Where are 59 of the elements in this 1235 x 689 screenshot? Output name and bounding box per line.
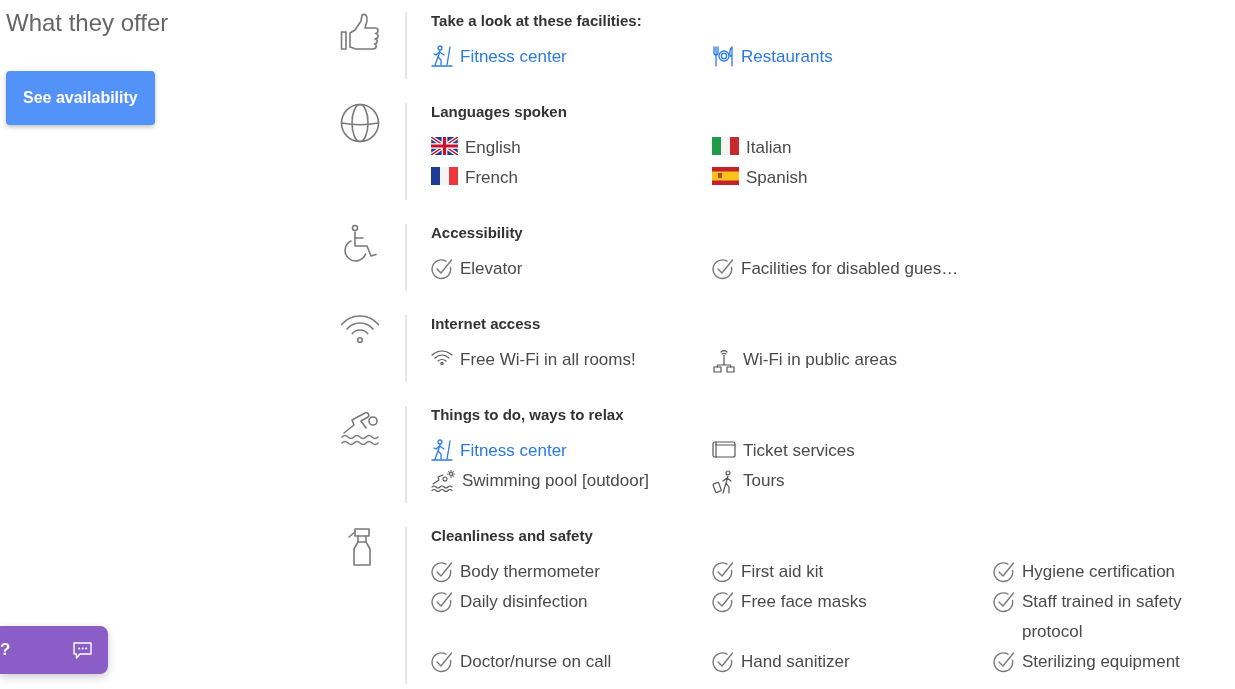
plate-cutlery-icon: [712, 44, 734, 67]
chat-bubble-icon: [73, 641, 92, 659]
amenity-label: Wi-Fi in public areas: [743, 349, 897, 371]
hiker-icon: [431, 438, 453, 461]
amenity-label: Tours: [743, 470, 785, 492]
amenity-label: Daily disinfection: [460, 591, 588, 613]
chat-button[interactable]: ?: [0, 626, 108, 674]
section-title: Take a look at these facilities:: [431, 12, 642, 30]
check-circle-icon: [431, 591, 453, 613]
facility-link[interactable]: Fitness center: [431, 441, 567, 460]
amenity-label: Free Wi-Fi in all rooms!: [460, 349, 636, 371]
amenity-label: Hand sanitizer: [741, 651, 850, 673]
sidebar-heading: What they offer: [6, 11, 169, 35]
spray-bottle-icon: [347, 527, 373, 567]
amenity-label: Staff trained in safety protocol: [1022, 591, 1183, 643]
flag-icon: [431, 137, 458, 155]
wifi-icon: [431, 349, 453, 365]
check-circle-icon: [431, 651, 453, 673]
check-circle-icon: [712, 258, 734, 280]
amenity-label: Free face masks: [741, 591, 867, 613]
amenity-label: Ticket services: [743, 440, 855, 462]
section-title: Cleanliness and safety: [431, 527, 593, 545]
wifi-icon: [340, 315, 380, 344]
section-title: Languages spoken: [431, 103, 567, 121]
section-title: Things to do, ways to relax: [431, 406, 624, 424]
see-availability-button[interactable]: See availability: [6, 71, 155, 125]
flag-icon: [431, 167, 458, 185]
check-circle-icon: [712, 561, 734, 583]
check-circle-icon: [712, 651, 734, 673]
section-title: Accessibility: [431, 224, 523, 242]
swimmer-sun-icon: [431, 470, 455, 492]
facility-link[interactable]: Restaurants: [712, 47, 833, 66]
amenity-label: Body thermometer: [460, 561, 600, 583]
amenity-label: Hygiene certification: [1022, 561, 1176, 583]
check-circle-icon: [993, 591, 1015, 613]
hiker-icon: [431, 44, 453, 67]
check-circle-icon: [712, 591, 734, 613]
amenity-label: First aid kit: [741, 561, 824, 583]
amenity-label: French: [465, 167, 518, 189]
thumbs-up-icon: [340, 12, 380, 52]
check-circle-icon: [993, 651, 1015, 673]
check-circle-icon: [431, 561, 453, 583]
amenity-label: English: [465, 137, 521, 159]
facility-link[interactable]: Fitness center: [431, 47, 567, 66]
amenity-label: Spanish: [746, 167, 808, 189]
flag-icon: [712, 167, 739, 185]
amenity-label: Sterilizing equipment: [1022, 651, 1180, 673]
check-circle-icon: [993, 561, 1015, 583]
globe-icon: [340, 103, 380, 143]
flag-icon: [712, 137, 739, 155]
check-circle-icon: [431, 258, 453, 280]
amenity-label: Doctor/nurse on call: [460, 651, 612, 673]
ticket-icon: [712, 440, 736, 458]
amenity-label: Swimming pool [outdoor]: [462, 470, 650, 492]
section-title: Internet access: [431, 315, 541, 333]
amenity-label: Italian: [746, 137, 792, 159]
network-devices-icon: [712, 349, 736, 373]
amenity-label: Facilities for disabled gues…: [741, 258, 959, 280]
amenity-label: Elevator: [460, 258, 523, 280]
